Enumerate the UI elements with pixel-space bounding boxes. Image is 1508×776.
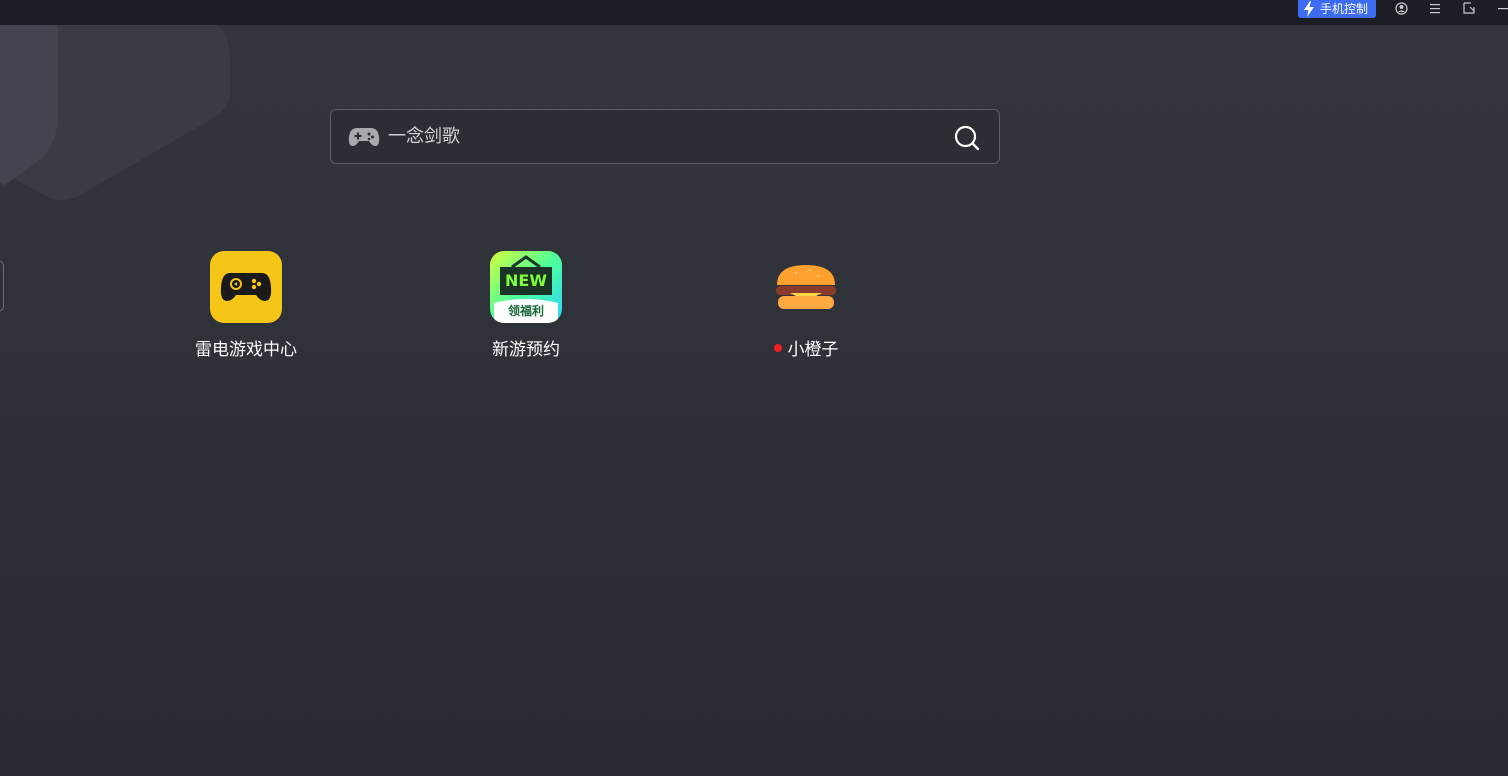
background-hexagon-decoration [0, 0, 230, 200]
burger-icon [770, 251, 842, 323]
minimize-icon[interactable] [1496, 1, 1508, 15]
gamepad-app-icon [210, 251, 282, 323]
search-icon[interactable] [953, 124, 981, 152]
search-query-text[interactable]: 一念剑歌 [388, 126, 460, 148]
app-label-row: 小橙子 [773, 335, 839, 360]
title-bar: 手机控制 [0, 0, 1508, 25]
gamepad-icon [348, 128, 380, 146]
app-label: 雷电游戏中心 [195, 340, 297, 360]
window-icon[interactable] [1462, 1, 1476, 15]
app-label: 小橙子 [787, 340, 839, 360]
app-game-center[interactable]: 雷电游戏中心 [166, 251, 326, 361]
phone-control-button[interactable]: 手机控制 [1298, 0, 1376, 18]
lightning-icon [1304, 1, 1314, 17]
phone-control-label: 手机控制 [1320, 2, 1369, 16]
notification-dot [773, 343, 782, 352]
left-edge-handle [0, 260, 4, 312]
benefit-text: 领福利 [507, 304, 544, 318]
search-box[interactable]: 一念剑歌 [330, 109, 1000, 164]
app-label: 新游预约 [492, 340, 560, 360]
menu-icon[interactable] [1428, 1, 1442, 15]
app-xiaochengzi[interactable]: 小橙子 [726, 251, 886, 361]
new-badge-text: NEW [505, 271, 547, 290]
user-icon[interactable] [1394, 1, 1408, 15]
